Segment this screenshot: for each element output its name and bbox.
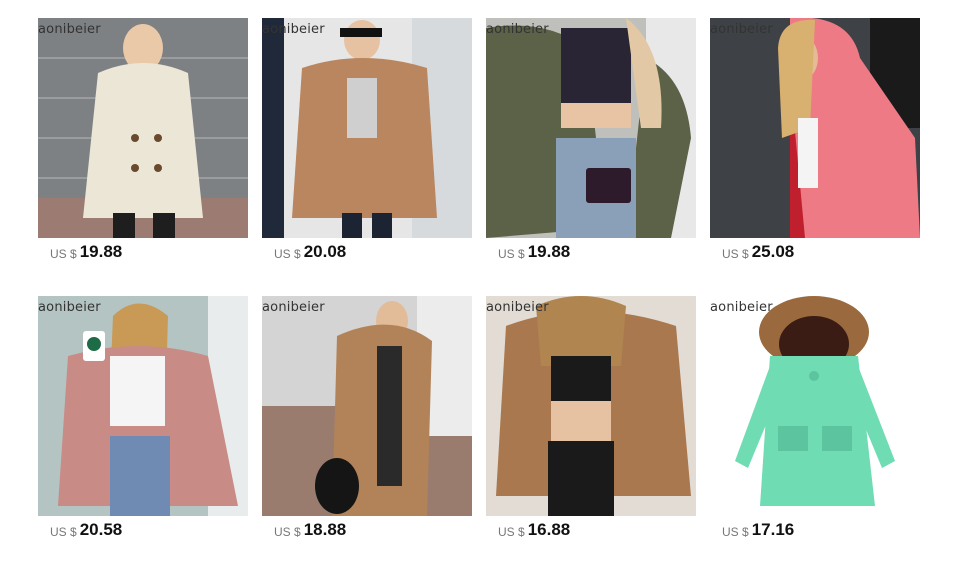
brand-watermark: aonibeier <box>38 300 101 315</box>
brand-watermark: aonibeier <box>486 22 549 37</box>
product-card[interactable]: aonibeier US $ 16.88 <box>486 296 696 544</box>
product-image[interactable]: aonibeier <box>38 296 248 516</box>
price-amount: 20.58 <box>79 520 123 539</box>
product-photo <box>262 296 472 516</box>
currency-label: US $ <box>722 524 749 539</box>
price: US $ 20.58 <box>38 516 248 544</box>
product-image[interactable]: aonibeier <box>710 296 920 516</box>
product-grid: aonibeier US $ 19.88 aonibeier US $ 20.0… <box>38 18 920 544</box>
price-amount: 19.88 <box>79 242 123 261</box>
product-photo <box>486 296 696 516</box>
price: US $ 19.88 <box>486 238 696 266</box>
product-card[interactable]: aonibeier US $ 20.08 <box>262 18 472 266</box>
price-amount: 16.88 <box>527 520 571 539</box>
product-photo <box>38 296 248 516</box>
product-photo <box>710 296 920 516</box>
product-image[interactable]: aonibeier <box>710 18 920 238</box>
product-card[interactable]: aonibeier US $ 18.88 <box>262 296 472 544</box>
brand-watermark: aonibeier <box>262 22 325 37</box>
currency-label: US $ <box>498 524 525 539</box>
currency-label: US $ <box>50 524 77 539</box>
product-card[interactable]: aonibeier US $ 19.88 <box>486 18 696 266</box>
product-card[interactable]: aonibeier US $ 17.16 <box>710 296 920 544</box>
price-amount: 20.08 <box>303 242 347 261</box>
currency-label: US $ <box>274 524 301 539</box>
product-card[interactable]: aonibeier US $ 20.58 <box>38 296 248 544</box>
currency-label: US $ <box>722 246 749 261</box>
brand-watermark: aonibeier <box>710 300 773 315</box>
product-image[interactable]: aonibeier <box>486 18 696 238</box>
brand-watermark: aonibeier <box>262 300 325 315</box>
currency-label: US $ <box>498 246 525 261</box>
product-card[interactable]: aonibeier US $ 19.88 <box>38 18 248 266</box>
product-photo <box>486 18 696 238</box>
price-amount: 19.88 <box>527 242 571 261</box>
currency-label: US $ <box>274 246 301 261</box>
product-image[interactable]: aonibeier <box>486 296 696 516</box>
product-photo <box>710 18 920 238</box>
product-photo <box>38 18 248 238</box>
product-image[interactable]: aonibeier <box>262 296 472 516</box>
product-card[interactable]: aonibeier US $ 25.08 <box>710 18 920 266</box>
brand-watermark: aonibeier <box>38 22 101 37</box>
price: US $ 25.08 <box>710 238 920 266</box>
price: US $ 16.88 <box>486 516 696 544</box>
currency-label: US $ <box>50 246 77 261</box>
price-amount: 17.16 <box>751 520 795 539</box>
brand-watermark: aonibeier <box>710 22 773 37</box>
price: US $ 18.88 <box>262 516 472 544</box>
brand-watermark: aonibeier <box>486 300 549 315</box>
product-image[interactable]: aonibeier <box>38 18 248 238</box>
price-amount: 18.88 <box>303 520 347 539</box>
product-image[interactable]: aonibeier <box>262 18 472 238</box>
product-photo <box>262 18 472 238</box>
price: US $ 17.16 <box>710 516 920 544</box>
price: US $ 20.08 <box>262 238 472 266</box>
price-amount: 25.08 <box>751 242 795 261</box>
price: US $ 19.88 <box>38 238 248 266</box>
